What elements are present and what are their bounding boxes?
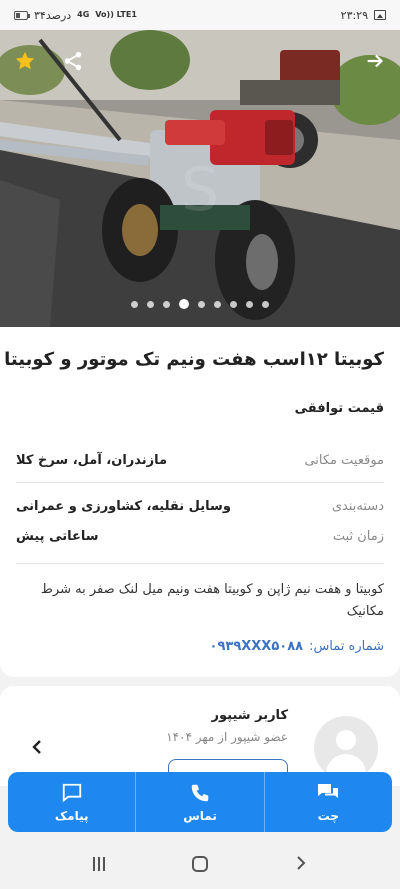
avatar xyxy=(314,716,378,780)
divider xyxy=(16,482,384,483)
call-button[interactable]: تماس xyxy=(136,772,265,832)
recent-apps-icon[interactable] xyxy=(93,856,106,871)
back-arrow-icon[interactable] xyxy=(360,46,390,76)
listing-description: کوبیتا و هفت نیم ژاپن و کوبیتا هفت ونیم … xyxy=(40,582,384,619)
carousel-dot[interactable] xyxy=(246,300,253,308)
chat-icon xyxy=(318,783,339,798)
nav-back-icon[interactable] xyxy=(295,852,307,876)
status-bar: ۳۴درصد 4G Vo)) LTE1 ۲۳:۲۹ xyxy=(0,0,400,30)
carousel-dot[interactable] xyxy=(262,300,269,308)
favorite-star-icon[interactable] xyxy=(10,46,40,76)
system-navigation-bar xyxy=(0,838,400,889)
detail-row-category: دسته‌بندی وسایل نقلیه، کشاورزی و عمرانی xyxy=(16,499,384,514)
chat-button[interactable]: چت xyxy=(265,772,392,832)
detail-value[interactable]: وسایل نقلیه، کشاورزی و عمرانی xyxy=(16,499,231,514)
status-left: ۳۴درصد 4G Vo)) LTE1 xyxy=(14,9,137,22)
divider xyxy=(16,563,384,564)
carousel-dot[interactable] xyxy=(198,300,205,308)
sms-button[interactable]: پیامک xyxy=(8,772,137,832)
detail-value: مازندران، آمل، سرخ کلا xyxy=(16,453,168,468)
phone-number-line[interactable]: شماره تماس: ۰۹۳۹XXX۵۰۸۸ xyxy=(210,639,384,654)
network-4g: 4G xyxy=(77,10,90,19)
carousel-indicator xyxy=(0,299,400,309)
battery-icon xyxy=(14,10,30,20)
gallery-notification-icon xyxy=(374,10,386,20)
seller-card[interactable]: کاربر شیپور عضو شیپور از مهر ۱۴۰۴ xyxy=(0,686,400,786)
detail-key: زمان ثبت xyxy=(332,529,384,544)
seller-name: کاربر شیپور xyxy=(211,708,288,723)
status-time: ۲۳:۲۹ xyxy=(340,8,368,22)
phone-icon xyxy=(191,784,209,801)
listing-title: کوبیتا ۱۲اسب هفت ونیم تک موتور و کوبیتا xyxy=(4,349,384,370)
listing-photo-carousel[interactable]: S xyxy=(0,30,400,327)
carousel-dot-active[interactable] xyxy=(179,299,189,309)
battery-text: ۳۴درصد xyxy=(34,8,72,22)
listing-price: قیمت توافقی xyxy=(294,401,384,416)
contact-action-bar: چت تماس پیامک xyxy=(8,772,392,832)
network-lte: Vo)) LTE1 xyxy=(95,10,137,19)
carousel-dot[interactable] xyxy=(163,300,170,308)
detail-row-location: موقعیت مکانی مازندران، آمل، سرخ کلا xyxy=(16,453,384,468)
seller-member-since: عضو شیپور از مهر ۱۴۰۴ xyxy=(166,730,288,744)
chevron-left-icon[interactable] xyxy=(30,736,44,761)
home-icon[interactable] xyxy=(191,855,208,872)
svg-text:S: S xyxy=(181,155,219,225)
carousel-dot[interactable] xyxy=(131,300,138,308)
listing-details-card: کوبیتا ۱۲اسب هفت ونیم تک موتور و کوبیتا … xyxy=(0,327,400,677)
carousel-dot[interactable] xyxy=(147,300,154,308)
call-label: تماس xyxy=(183,808,217,823)
phone-label: شماره تماس: xyxy=(309,639,384,654)
sms-label: پیامک xyxy=(54,808,89,823)
chat-label: چت xyxy=(317,808,340,823)
carousel-dot[interactable] xyxy=(214,300,221,308)
detail-key: موقعیت مکانی xyxy=(304,453,384,468)
detail-value: ساعاتی پیش xyxy=(16,529,99,544)
status-right: ۲۳:۲۹ xyxy=(341,9,386,22)
message-icon xyxy=(62,783,81,802)
share-icon[interactable] xyxy=(58,46,88,76)
detail-key: دسته‌بندی xyxy=(331,499,384,514)
detail-row-posted-time: زمان ثبت ساعاتی پیش xyxy=(16,529,384,544)
carousel-dot[interactable] xyxy=(230,300,237,308)
phone-number[interactable]: ۰۹۳۹XXX۵۰۸۸ xyxy=(210,639,304,654)
